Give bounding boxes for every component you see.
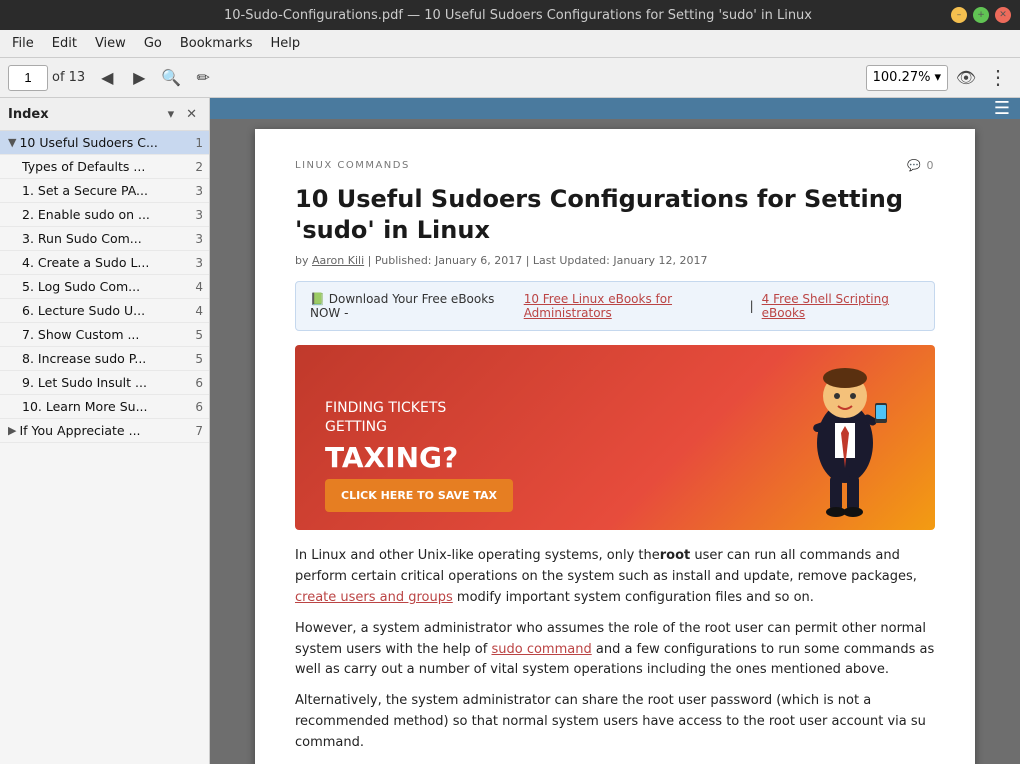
- zoom-dropdown-icon: ▾: [934, 70, 941, 85]
- ad-banner[interactable]: FINDING TICKETS GETTING TAXING? CLICK HE…: [295, 345, 935, 530]
- sidebar-close-button[interactable]: ✕: [182, 104, 201, 124]
- sidebar-title: Index: [8, 107, 49, 122]
- pdf-viewer[interactable]: ☰ LINUX COMMANDS 💬 0 10 Useful Sudoers C…: [210, 98, 1020, 764]
- toc-label: 3. Run Sudo Com...: [22, 231, 183, 246]
- toc-page: 7: [187, 424, 203, 438]
- menubar: File Edit View Go Bookmarks Help: [0, 30, 1020, 58]
- toc-page: 3: [187, 256, 203, 270]
- toc-page: 1: [187, 136, 203, 150]
- menu-view[interactable]: View: [87, 33, 134, 54]
- toc-page: 5: [187, 352, 203, 366]
- toolbar: of 13 ◀ ▶ 🔍 ✏ 100.27% ▾ 👁 ⋮: [0, 58, 1020, 98]
- pdf-body: In Linux and other Unix-like operating s…: [295, 546, 935, 764]
- menu-edit[interactable]: Edit: [44, 33, 85, 54]
- more-options-button[interactable]: ⋮: [984, 64, 1012, 92]
- menu-go[interactable]: Go: [136, 33, 170, 54]
- sidebar-controls: ▾ ✕: [164, 104, 201, 124]
- toc-page: 3: [187, 184, 203, 198]
- titlebar: 10-Sudo-Configurations.pdf — 10 Useful S…: [0, 0, 1020, 30]
- create-users-link[interactable]: create users and groups: [295, 590, 453, 605]
- toc-label: 10. Learn More Su...: [22, 399, 183, 414]
- toc-page: 4: [187, 304, 203, 318]
- toc-label: 9. Let Sudo Insult ...: [22, 375, 183, 390]
- ad-text: FINDING TICKETS GETTING TAXING?: [325, 399, 785, 477]
- zoom-selector[interactable]: 100.27% ▾: [866, 65, 948, 91]
- toc-item-11[interactable]: 10. Learn More Su... 6: [0, 395, 209, 419]
- pdf-page: LINUX COMMANDS 💬 0 10 Useful Sudoers Con…: [255, 129, 975, 764]
- toc-expand-icon: ▼: [8, 136, 16, 149]
- toc-item-6[interactable]: 5. Log Sudo Com... 4: [0, 275, 209, 299]
- toc-page: 2: [187, 160, 203, 174]
- toc-item-9[interactable]: 8. Increase sudo P... 5: [0, 347, 209, 371]
- menu-bookmarks[interactable]: Bookmarks: [172, 33, 261, 54]
- zoom-value: 100.27%: [873, 70, 931, 85]
- next-page-button[interactable]: ▶: [125, 64, 153, 92]
- toc-item-0[interactable]: ▼10 Useful Sudoers C... 1: [0, 131, 209, 155]
- toc-page: 4: [187, 280, 203, 294]
- toc-label: 5. Log Sudo Com...: [22, 279, 183, 294]
- search-button[interactable]: 🔍: [157, 64, 185, 92]
- page-total: of 13: [52, 70, 85, 85]
- annotate-button[interactable]: ✏: [189, 64, 217, 92]
- menu-help[interactable]: Help: [262, 33, 308, 54]
- toc-label: 10 Useful Sudoers C...: [19, 135, 183, 150]
- toc-label: 2. Enable sudo on ...: [22, 207, 183, 222]
- toc-page: 3: [187, 232, 203, 246]
- prev-page-button[interactable]: ◀: [93, 64, 121, 92]
- toc-item-5[interactable]: 4. Create a Sudo L... 3: [0, 251, 209, 275]
- toc-label: 4. Create a Sudo L...: [22, 255, 183, 270]
- window-controls[interactable]: – + ✕: [951, 7, 1011, 23]
- toc-item-4[interactable]: 3. Run Sudo Com... 3: [0, 227, 209, 251]
- minimize-button[interactable]: –: [951, 7, 967, 23]
- pdf-byline: by Aaron Kili | Published: January 6, 20…: [295, 254, 935, 267]
- toc-item-10[interactable]: 9. Let Sudo Insult ... 6: [0, 371, 209, 395]
- toc-expand-icon: ▶: [8, 424, 16, 437]
- pdf-category: LINUX COMMANDS 💬 0: [295, 159, 935, 172]
- toc-item-7[interactable]: 6. Lecture Sudo U... 4: [0, 299, 209, 323]
- toc-page: 6: [187, 400, 203, 414]
- toc-item-8[interactable]: 7. Show Custom ... 5: [0, 323, 209, 347]
- toc-page: 3: [187, 208, 203, 222]
- main-area: Index ▾ ✕ ▼10 Useful Sudoers C... 1 Types …: [0, 98, 1020, 764]
- sudo-command-link[interactable]: sudo command: [491, 642, 591, 657]
- para3: Alternatively, the system administrator …: [295, 691, 935, 753]
- toc-item-2[interactable]: 1. Set a Secure PA... 3: [0, 179, 209, 203]
- toc-label: 7. Show Custom ...: [22, 327, 183, 342]
- maximize-button[interactable]: +: [973, 7, 989, 23]
- ad-button[interactable]: CLICK HERE TO SAVE TAX: [325, 479, 513, 512]
- view-mode-button[interactable]: 👁: [952, 64, 980, 92]
- para1: In Linux and other Unix-like operating s…: [295, 546, 935, 608]
- comment-icon: 💬: [907, 159, 922, 172]
- sidebar-content: ▼10 Useful Sudoers C... 1 Types of Default…: [0, 131, 209, 764]
- download-bar: 📗 Download Your Free eBooks NOW - 10 Fre…: [295, 281, 935, 331]
- toc-label: 6. Lecture Sudo U...: [22, 303, 183, 318]
- toc-item-3[interactable]: 2. Enable sudo on ... 3: [0, 203, 209, 227]
- para2: However, a system administrator who assu…: [295, 619, 935, 681]
- toc-page: 5: [187, 328, 203, 342]
- ad-content: FINDING TICKETS GETTING TAXING? CLICK HE…: [325, 399, 785, 477]
- ebook-link-1[interactable]: 10 Free Linux eBooks for Administrators: [524, 292, 742, 320]
- toc-label: If You Appreciate ...: [19, 423, 183, 438]
- comment-count: 💬 0: [907, 159, 935, 172]
- page-number-input[interactable]: [8, 65, 48, 91]
- close-button[interactable]: ✕: [995, 7, 1011, 23]
- ebook-link-2[interactable]: 4 Free Shell Scripting eBooks: [762, 292, 920, 320]
- author-link[interactable]: Aaron Kili: [312, 254, 364, 267]
- window-title: 10-Sudo-Configurations.pdf — 10 Useful S…: [85, 8, 951, 23]
- menu-file[interactable]: File: [4, 33, 42, 54]
- toc-label: 8. Increase sudo P...: [22, 351, 183, 366]
- pdf-title: 10 Useful Sudoers Configurations for Set…: [295, 184, 935, 246]
- toc-item-12[interactable]: ▶If You Appreciate ... 7: [0, 419, 209, 443]
- toc-label: 1. Set a Secure PA...: [22, 183, 183, 198]
- toc-item-1[interactable]: Types of Defaults ... 2: [0, 155, 209, 179]
- toc-page: 6: [187, 376, 203, 390]
- viewer-topbar: ☰: [210, 98, 1020, 119]
- toc-label: Types of Defaults ...: [22, 159, 183, 174]
- hamburger-icon[interactable]: ☰: [994, 98, 1010, 119]
- sidebar: Index ▾ ✕ ▼10 Useful Sudoers C... 1 Types …: [0, 98, 210, 764]
- ad-person-illustration: [785, 358, 905, 518]
- sidebar-header: Index ▾ ✕: [0, 98, 209, 131]
- sidebar-collapse-button[interactable]: ▾: [164, 104, 179, 124]
